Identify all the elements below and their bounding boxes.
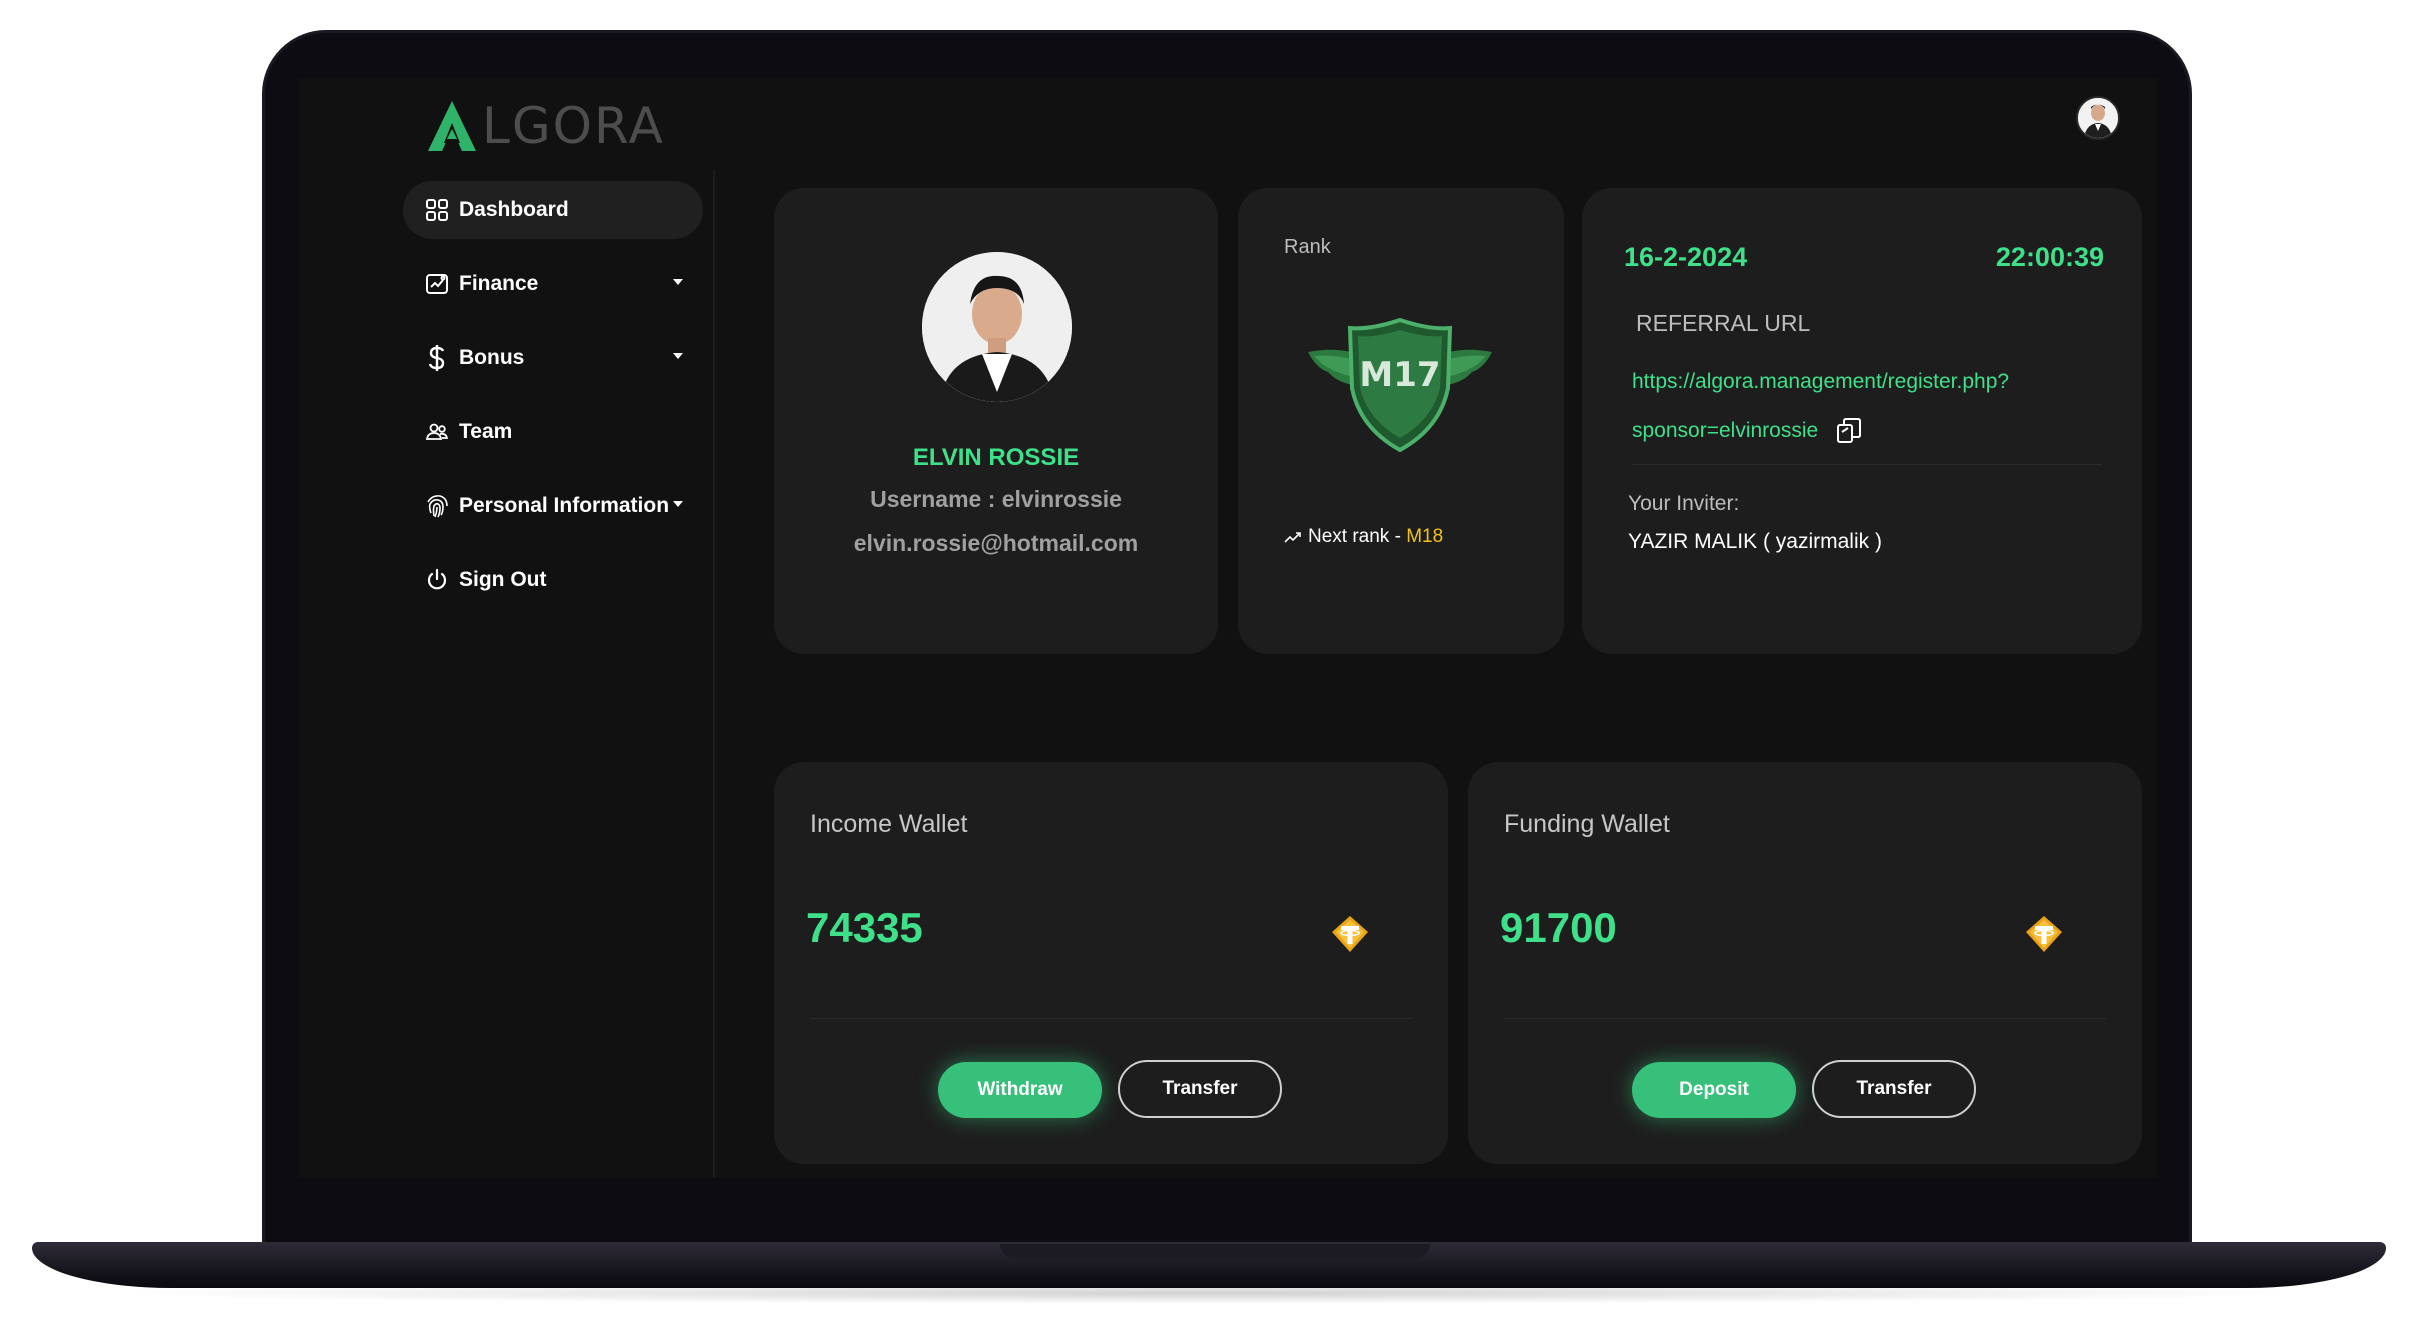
brand-logo[interactable]: LGORA <box>426 96 665 156</box>
sidebar-item-label: Personal Information <box>459 494 670 517</box>
transfer-button[interactable]: Transfer <box>1812 1060 1976 1118</box>
wallet-divider <box>810 1018 1412 1019</box>
sidebar-item-personal-information[interactable]: Personal Information <box>403 477 703 535</box>
inviter-label: Your Inviter: <box>1628 492 1740 515</box>
sidebar-nav: Dashboard Finance Bonus Team Personal In… <box>403 181 703 625</box>
profile-email: elvin.rossie@hotmail.com <box>853 530 1139 556</box>
next-rank: Next rank - M18 <box>1284 526 1443 548</box>
wallet-amount: 74335 <box>806 904 923 951</box>
inviter-value: YAZIR MALIK ( yazirmalik ) <box>1628 530 1882 553</box>
sidebar-item-label: Team <box>459 420 513 443</box>
user-avatar[interactable] <box>2076 96 2120 140</box>
tether-icon <box>1332 916 1368 952</box>
copy-icon[interactable] <box>1834 416 1864 446</box>
deposit-button[interactable]: Deposit <box>1632 1062 1796 1118</box>
tether-icon <box>2026 916 2062 952</box>
sidebar-item-sign-out[interactable]: Sign Out <box>403 551 703 609</box>
sidebar-item-label: Sign Out <box>459 568 547 591</box>
current-time: 22:00:39 <box>1995 242 2104 272</box>
transfer-button[interactable]: Transfer <box>1118 1060 1282 1118</box>
sidebar-item-dashboard[interactable]: Dashboard <box>403 181 703 239</box>
chevron-down-icon <box>673 279 683 285</box>
logo-mark-icon <box>428 101 476 151</box>
sidebar-item-finance[interactable]: Finance <box>403 255 703 313</box>
wallet-title: Income Wallet <box>810 810 968 838</box>
sidebar-item-label: Bonus <box>459 346 525 369</box>
team-icon <box>423 418 451 446</box>
rank-current: M17 <box>1359 355 1440 395</box>
referral-card: 16-2-2024 22:00:39 REFERRAL URL https://… <box>1582 188 2142 654</box>
rank-card: Rank M17 Next rank - M18 <box>1238 188 1564 654</box>
rank-shield-icon: M17 <box>1308 317 1492 453</box>
sidebar-item-bonus[interactable]: Bonus <box>403 329 703 387</box>
referral-url-link-continued[interactable]: sponsor=elvinrossie <box>1632 419 1818 443</box>
next-rank-prefix: Next rank - <box>1308 526 1407 547</box>
referral-url-label: REFERRAL URL <box>1636 310 1811 336</box>
sidebar-item-label: Finance <box>459 272 539 295</box>
next-rank-value: M18 <box>1406 526 1444 547</box>
logo-text: LGORA <box>482 97 665 155</box>
chevron-down-icon <box>673 353 683 359</box>
chart-icon <box>423 270 451 298</box>
income-wallet-card: Income Wallet 74335 Withdraw Transfer <box>774 762 1448 1164</box>
power-icon <box>423 566 451 594</box>
wallet-amount: 91700 <box>1500 904 1617 951</box>
referral-divider <box>1632 464 2102 465</box>
dollar-icon <box>423 344 451 372</box>
profile-name: ELVIN ROSSIE <box>912 444 1080 471</box>
profile-username: Username : elvinrossie <box>870 486 1122 512</box>
withdraw-button[interactable]: Withdraw <box>938 1062 1102 1118</box>
avatar-portrait-icon <box>2078 98 2118 138</box>
rank-label: Rank <box>1284 236 1331 258</box>
wallet-divider <box>1504 1018 2106 1019</box>
profile-photo <box>922 252 1072 402</box>
fingerprint-icon <box>423 492 451 520</box>
profile-card: ELVIN ROSSIE Username : elvinrossie elvi… <box>774 188 1218 654</box>
current-date: 16-2-2024 <box>1624 242 1748 272</box>
app-screen: LGORA Dashboard Finance Bonus Team Perso… <box>298 78 2158 1178</box>
grid-icon <box>423 196 451 224</box>
laptop-notch <box>1000 1244 1430 1258</box>
sidebar-divider <box>713 170 715 1178</box>
referral-url-link[interactable]: https://algora.management/register.php? <box>1632 370 2009 394</box>
referral-url-continued: sponsor=elvinrossie <box>1632 416 1864 446</box>
sidebar-item-label: Dashboard <box>459 198 569 221</box>
profile-portrait-icon <box>922 252 1072 402</box>
wallet-title: Funding Wallet <box>1504 810 1670 838</box>
sidebar-item-team[interactable]: Team <box>403 403 703 461</box>
trending-up-icon <box>1284 532 1301 543</box>
funding-wallet-card: Funding Wallet 91700 Deposit Transfer <box>1468 762 2142 1164</box>
chevron-down-icon <box>673 501 683 507</box>
